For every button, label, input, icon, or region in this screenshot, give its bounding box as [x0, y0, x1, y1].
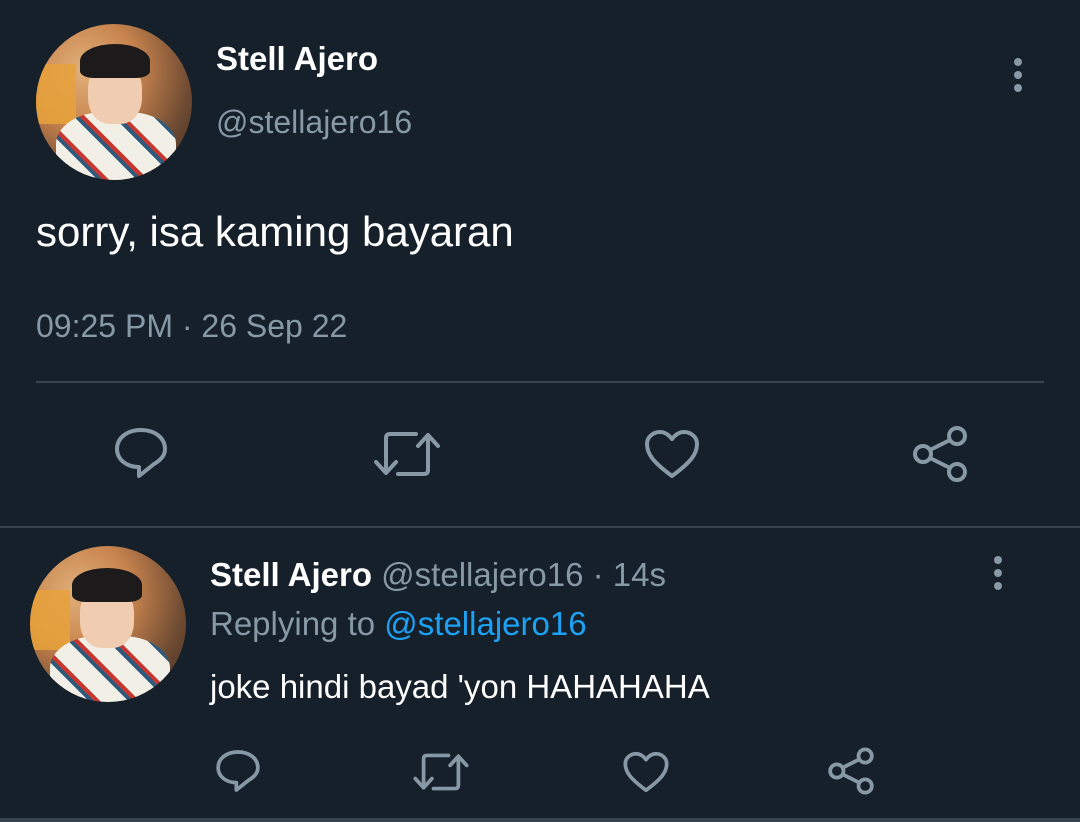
reply-header: Stell Ajero @stellajero16 · 14s [210, 556, 666, 594]
tweet-text: sorry, isa kaming bayaran [36, 208, 514, 255]
user-handle[interactable]: @stellajero16 [216, 104, 412, 141]
avatar[interactable] [36, 24, 192, 180]
tweet-time: 09:25 PM [36, 308, 173, 344]
retweet-button[interactable] [412, 750, 470, 794]
like-button[interactable] [622, 750, 670, 794]
heart-icon [623, 751, 669, 793]
tweet-timestamp: 09:25 PM · 26 Sep 22 [36, 308, 347, 345]
retweet-icon [413, 753, 469, 791]
heart-icon [645, 430, 699, 478]
share-icon [828, 747, 874, 795]
retweet-icon [374, 432, 440, 476]
mention-link[interactable]: @stellajero16 [384, 605, 586, 642]
more-vertical-icon[interactable] [992, 556, 1004, 590]
replying-to-label: Replying to [210, 605, 376, 642]
reply-button[interactable] [112, 426, 170, 480]
tweet-text: joke hindi bayad 'yon HAHAHAHA [210, 668, 710, 705]
reply-icon [216, 750, 260, 792]
meta-separator: · [181, 308, 193, 344]
like-button[interactable] [643, 428, 701, 480]
tweet-separator [0, 526, 1080, 528]
more-vertical-icon[interactable] [1012, 58, 1024, 92]
divider [36, 381, 1044, 383]
relative-time[interactable]: 14s [613, 556, 666, 593]
reply-icon [115, 428, 167, 478]
tweet-date: 26 Sep 22 [201, 308, 348, 344]
reply-button[interactable] [214, 748, 262, 794]
avatar[interactable] [30, 546, 186, 702]
share-icon [913, 426, 967, 482]
display-name[interactable]: Stell Ajero [210, 556, 372, 593]
share-button[interactable] [826, 746, 876, 796]
display-name[interactable]: Stell Ajero [216, 40, 378, 78]
share-button[interactable] [910, 424, 970, 484]
divider [0, 818, 1080, 822]
meta-separator: · [592, 556, 604, 593]
user-handle[interactable]: @stellajero16 [381, 556, 583, 593]
retweet-button[interactable] [372, 428, 442, 480]
main-tweet: Stell Ajero @stellajero16 sorry, isa kam… [0, 0, 1080, 526]
replying-to: Replying to @stellajero16 [210, 605, 587, 643]
